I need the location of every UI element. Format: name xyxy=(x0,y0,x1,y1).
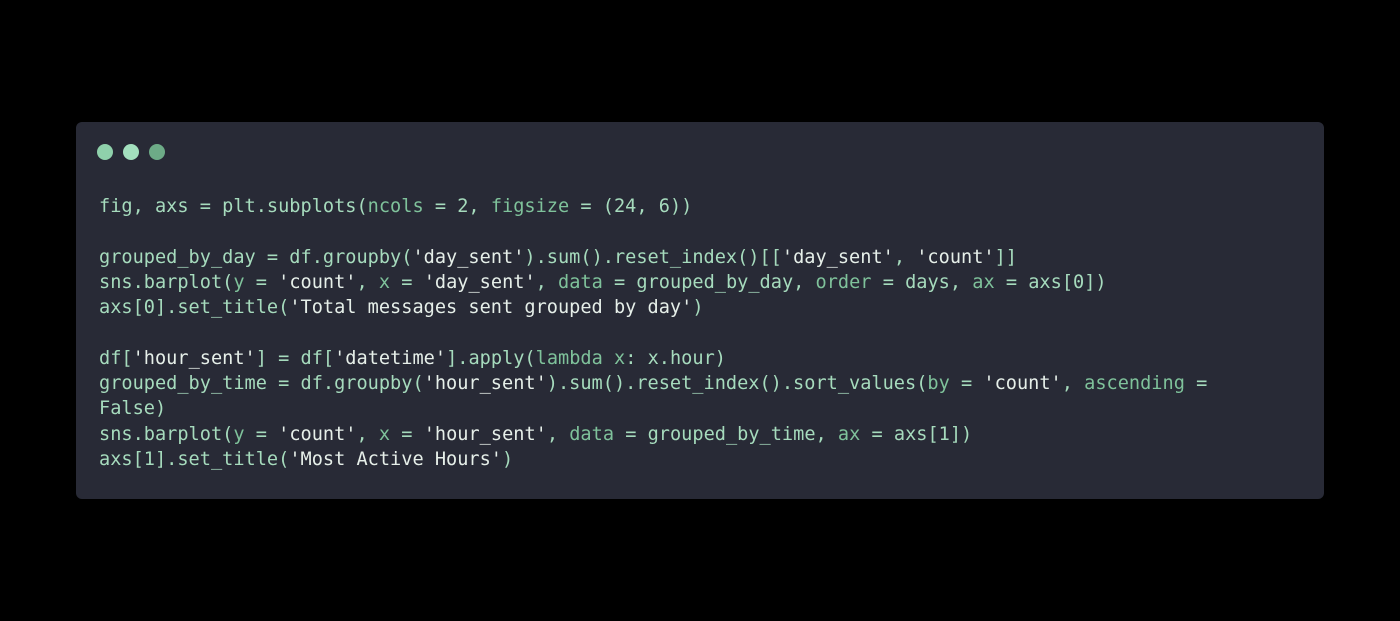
code-token-string: 'count' xyxy=(278,271,357,293)
code-line: sns.barplot(y = 'count', x = 'day_sent',… xyxy=(99,270,1304,295)
code-token-default: , xyxy=(356,271,379,293)
code-token-default: ).sum().reset_index()[[ xyxy=(524,246,782,268)
code-token-default: , xyxy=(893,246,917,268)
code-token-param: ascending xyxy=(1084,373,1185,395)
code-token-default: = xyxy=(949,373,984,395)
code-token-default: df[ xyxy=(99,347,133,369)
code-token-default: grouped_by_time = df.groupby( xyxy=(99,373,424,395)
code-line: df['hour_sent'] = df['datetime'].apply(l… xyxy=(99,346,1304,371)
code-token-string: 'Most Active Hours' xyxy=(289,448,503,470)
code-token-default: = xyxy=(244,423,279,445)
code-token-default: = xyxy=(1184,373,1208,395)
code-token-default: = grouped_by_day, xyxy=(602,271,816,293)
code-token-param: ncols xyxy=(367,196,424,217)
code-token-string: 'hour_sent' xyxy=(423,373,547,395)
code-token-default: , xyxy=(356,423,379,445)
code-token-default: = 2, xyxy=(423,196,491,217)
code-token-default: ) xyxy=(502,448,514,470)
code-token-string: 'count' xyxy=(916,246,995,268)
close-dot-icon xyxy=(97,144,113,160)
code-block: fig, axs = plt.subplots(ncols = 2, figsi… xyxy=(99,194,1304,472)
code-token-default: ]] xyxy=(994,246,1017,268)
code-token-string: 'day_sent' xyxy=(423,271,536,293)
code-token-default: fig, axs = plt.subplots( xyxy=(99,196,368,217)
code-token-default: False) xyxy=(99,398,167,420)
code-token-param: lambda xyxy=(535,347,603,369)
maximize-dot-icon xyxy=(149,144,165,160)
code-token-param: data xyxy=(569,423,615,445)
code-token-param: ax xyxy=(837,423,861,445)
code-line: axs[1].set_title('Most Active Hours') xyxy=(99,447,1304,472)
code-token-string: 'hour_sent' xyxy=(423,423,547,445)
code-token-default: ] = df[ xyxy=(255,347,335,369)
code-token-default: = (24, 6)) xyxy=(569,196,693,217)
code-token-default: = grouped_by_time, xyxy=(614,423,838,445)
code-line: grouped_by_time = df.groupby('hour_sent'… xyxy=(99,371,1304,396)
code-token-default: ).sum().reset_index().sort_values( xyxy=(546,373,928,395)
code-token-param: by xyxy=(927,373,950,395)
code-token-default: , xyxy=(535,271,559,293)
code-token-default: , xyxy=(1061,373,1085,395)
minimize-dot-icon xyxy=(123,144,139,160)
code-token-default: : x.hour) xyxy=(625,347,726,369)
code-token-string: 'datetime' xyxy=(334,347,447,369)
code-token-default: , xyxy=(546,423,570,445)
code-token-param: ax xyxy=(972,271,995,293)
code-token-param: data xyxy=(558,271,603,293)
code-token-string: 'Total messages sent grouped by day' xyxy=(289,297,693,319)
code-token-default: grouped_by_day = df.groupby( xyxy=(99,246,413,268)
code-token-default: ) xyxy=(692,297,704,319)
code-token-string: 'day_sent' xyxy=(781,246,894,268)
code-token-param: figsize xyxy=(490,196,570,217)
code-token-default: = days, xyxy=(871,271,973,293)
code-token-default: sns.barplot( xyxy=(99,423,234,445)
code-token-param: y xyxy=(233,423,245,445)
code-token-default: = xyxy=(390,423,424,445)
code-token-default: = axs[1]) xyxy=(860,423,973,445)
code-line: False) xyxy=(99,396,1304,421)
code-token-param: x xyxy=(378,271,391,293)
code-line: sns.barplot(y = 'count', x = 'hour_sent'… xyxy=(99,422,1304,447)
code-token-default xyxy=(603,348,614,369)
code-token-default: = xyxy=(244,271,279,293)
window-controls xyxy=(97,144,165,160)
code-token-param: x xyxy=(614,347,626,369)
code-token-default: sns.barplot( xyxy=(99,271,234,293)
code-line: fig, axs = plt.subplots(ncols = 2, figsi… xyxy=(99,194,1304,219)
code-token-string: 'hour_sent' xyxy=(132,347,256,369)
code-token-default: axs[0].set_title( xyxy=(99,297,290,319)
code-token-param: x xyxy=(378,423,391,445)
code-token-default: = xyxy=(390,271,424,293)
code-line: axs[0].set_title('Total messages sent gr… xyxy=(99,295,1304,320)
code-token-string: 'count' xyxy=(278,423,357,445)
code-token-param: y xyxy=(233,271,245,293)
code-line: grouped_by_day = df.groupby('day_sent').… xyxy=(99,245,1304,270)
code-token-string: 'day_sent' xyxy=(412,246,525,268)
code-token-default: axs[1].set_title( xyxy=(99,448,290,470)
code-token-default: ].apply( xyxy=(446,347,536,369)
code-token-string: 'count' xyxy=(983,373,1062,395)
code-window: fig, axs = plt.subplots(ncols = 2, figsi… xyxy=(76,122,1324,499)
code-token-default: = axs[0]) xyxy=(994,271,1107,293)
code-token-param: order xyxy=(815,271,872,293)
